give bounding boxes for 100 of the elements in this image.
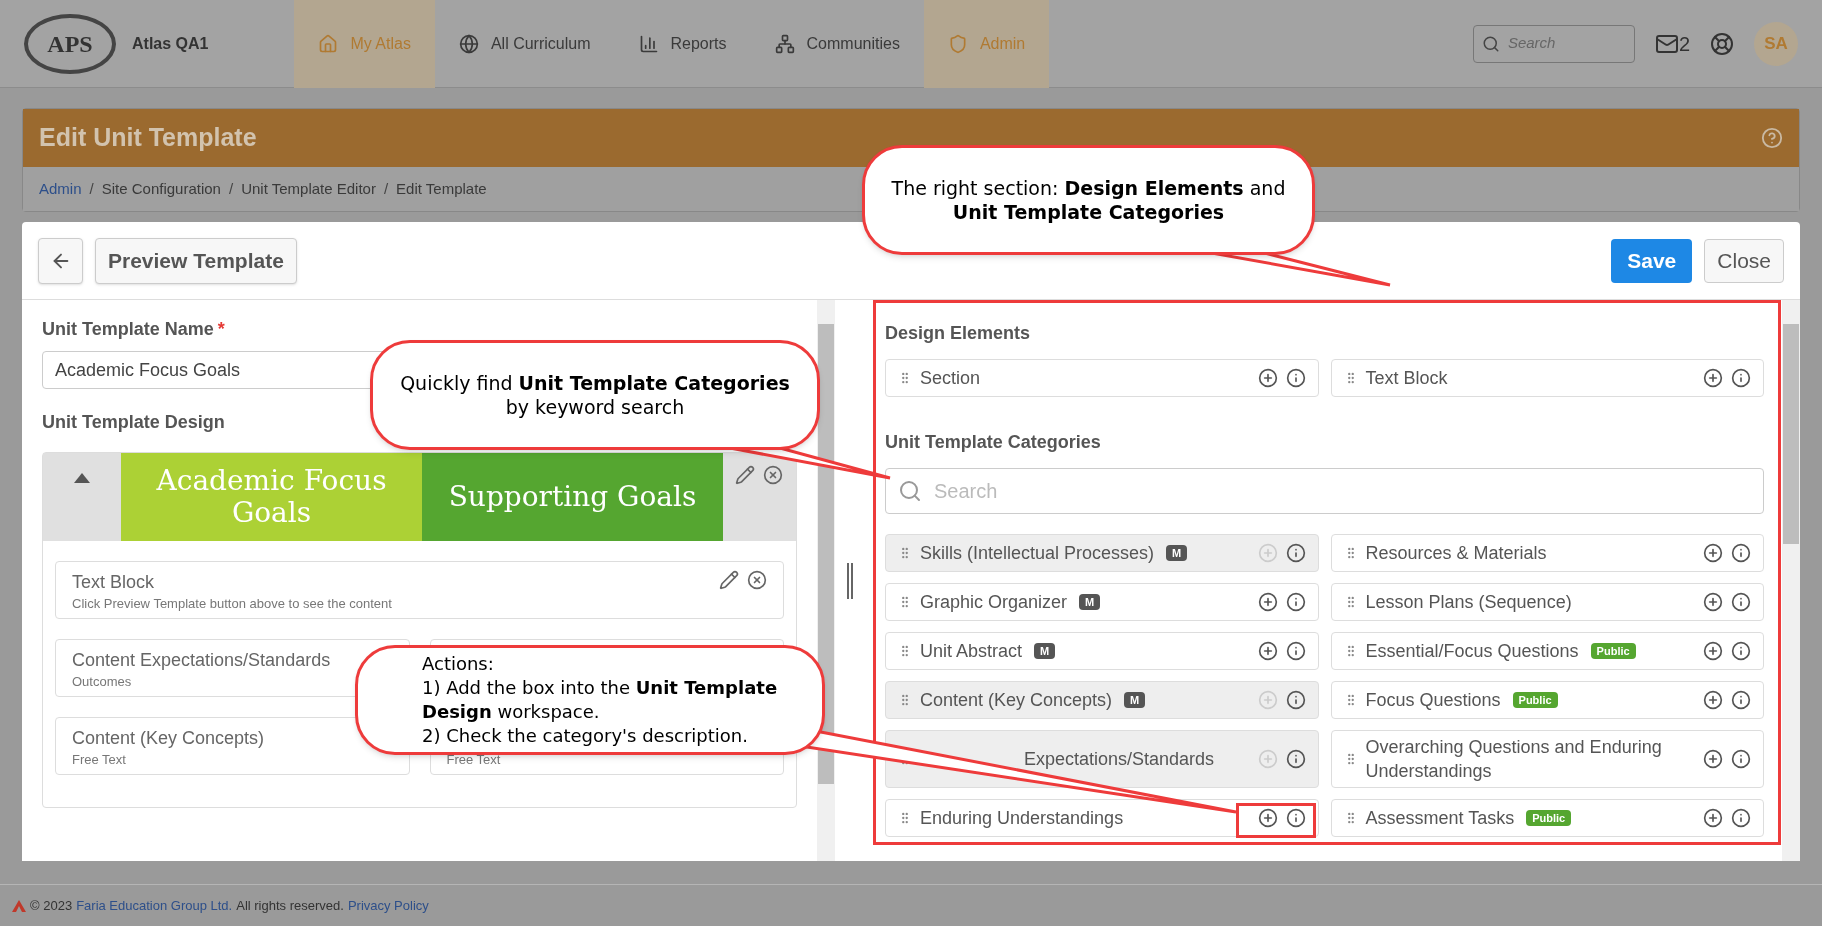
category-item[interactable]: Overarching Questions and Enduring Understandings: [1330, 730, 1764, 788]
breadcrumb-separator: /: [228, 178, 234, 199]
add-icon[interactable]: [1703, 368, 1723, 388]
item-label: Section: [920, 367, 981, 390]
help-icon[interactable]: [1710, 31, 1734, 56]
required-mark: *: [217, 318, 225, 341]
block-title: Text Block: [72, 571, 155, 594]
add-icon[interactable]: [1257, 641, 1278, 661]
info-icon[interactable]: [1731, 808, 1751, 828]
breadcrumb-link[interactable]: Admin: [39, 177, 82, 201]
item-tag: Public: [1526, 809, 1572, 827]
info-icon[interactable]: [1731, 543, 1751, 563]
item-tag: M: [1034, 642, 1056, 660]
search-icon: [1481, 34, 1500, 53]
category-item[interactable]: Essential/Focus Questions Public: [1330, 632, 1764, 670]
section-tab[interactable]: Supporting Goals: [422, 453, 723, 541]
category-item[interactable]: Enduring Understandings: [885, 799, 1319, 837]
block-subtitle: Free Text: [446, 751, 501, 769]
template-block[interactable]: Content (Key Concepts) Free Text: [55, 717, 410, 775]
callout-text: Actions:: [422, 652, 494, 676]
item-label: Unit Abstract: [920, 640, 1023, 663]
add-icon[interactable]: [1703, 543, 1723, 563]
info-icon[interactable]: [1731, 592, 1751, 612]
item-tag: M: [1166, 544, 1188, 562]
info-icon[interactable]: [1285, 808, 1306, 828]
item-label: Enduring Understandings: [920, 807, 1124, 830]
network-icon: [774, 33, 795, 54]
breadcrumb-separator: /: [89, 178, 94, 199]
item-label: Resources & Materials: [1365, 542, 1547, 565]
category-item[interactable]: Text Block: [1330, 359, 1764, 397]
callout-text: The right section: Design Elements and Unit Template Categories: [890, 176, 1287, 224]
block-title: Content Expectations/Standards: [72, 649, 331, 672]
info-icon[interactable]: [1285, 641, 1306, 661]
category-item[interactable]: Resources & Materials: [1330, 534, 1764, 572]
add-icon[interactable]: [1703, 749, 1723, 769]
breadcrumb-item: Edit Template: [396, 178, 487, 199]
item-label: Graphic Organizer: [920, 591, 1068, 614]
save-button[interactable]: Save: [1611, 238, 1693, 283]
collapse-icon[interactable]: [74, 473, 90, 483]
info-icon[interactable]: [1731, 641, 1751, 661]
item-label: Focus Questions: [1365, 689, 1501, 712]
category-item[interactable]: Lesson Plans (Sequence): [1330, 583, 1764, 621]
breadcrumb-separator: /: [383, 178, 389, 199]
info-icon[interactable]: [1731, 690, 1751, 710]
breadcrumb-item: Site Configuration: [101, 178, 221, 199]
info-icon[interactable]: [1285, 368, 1306, 388]
page-title: Edit Unit Template: [39, 122, 257, 154]
logo[interactable]: APS: [24, 13, 116, 74]
resize-handle[interactable]: [847, 562, 853, 599]
add-icon[interactable]: [1703, 690, 1723, 710]
template-block[interactable]: Text Block Click Preview Template button above to see the content: [55, 561, 784, 619]
preview-button[interactable]: Preview Template: [95, 237, 297, 284]
nav-item[interactable]: Communities: [750, 0, 924, 88]
edit-icon[interactable]: [719, 570, 739, 590]
add-icon[interactable]: [1703, 808, 1723, 828]
nav-item[interactable]: All Curriculum: [434, 0, 615, 88]
breadcrumb-item: Unit Template Editor: [241, 178, 376, 199]
add-icon[interactable]: [1257, 368, 1278, 388]
rights-text: All rights reserved.: [236, 896, 344, 915]
close-icon[interactable]: [763, 465, 783, 485]
add-icon[interactable]: [1703, 641, 1723, 661]
bar-chart-icon: [638, 33, 659, 54]
item-label: Assessment Tasks: [1365, 807, 1515, 830]
home-icon: [318, 33, 339, 54]
item-label: Text Block: [1365, 367, 1448, 390]
item-label: Essential/Focus Questions: [1365, 640, 1579, 663]
item-tag: Public: [1590, 642, 1636, 660]
callout-text: 2) Check the category's description.: [422, 724, 748, 748]
info-icon[interactable]: [1285, 592, 1306, 612]
edit-icon[interactable]: [735, 465, 755, 485]
block-subtitle: Free Text: [72, 751, 126, 769]
info-icon[interactable]: [1731, 368, 1751, 388]
category-item[interactable]: Graphic Organizer M: [885, 583, 1319, 621]
search-icon: [898, 479, 922, 503]
add-icon[interactable]: [1257, 808, 1278, 828]
section-heading: Unit Template Categories: [885, 431, 1102, 454]
site-name: Atlas QA1: [132, 33, 209, 54]
nav-item[interactable]: Reports: [614, 0, 751, 88]
close-button[interactable]: Close: [1704, 238, 1784, 283]
logo-icon: [12, 899, 26, 912]
item-label: Skills (Intellectual Processes): [920, 542, 1155, 565]
section-heading: Design Elements: [885, 322, 1032, 345]
item-label: Expectations/Standards: [1024, 748, 1215, 771]
category-item[interactable]: Assessment Tasks Public: [1330, 799, 1764, 837]
category-item[interactable]: Section: [885, 359, 1319, 397]
add-icon[interactable]: [1703, 592, 1723, 612]
info-icon[interactable]: [1731, 749, 1751, 769]
category-item[interactable]: Focus Questions Public: [1330, 681, 1764, 719]
item-label: Content (Key Concepts): [920, 689, 1113, 712]
field-label: Unit Template Name: [42, 318, 214, 341]
category-item[interactable]: Unit Abstract M: [885, 632, 1319, 670]
close-icon[interactable]: [747, 570, 767, 590]
add-icon[interactable]: [1257, 592, 1278, 612]
globe-icon: [458, 33, 479, 54]
item-tag: M: [1079, 593, 1101, 611]
item-tag: Public: [1512, 691, 1558, 709]
message-count: 2: [1678, 31, 1690, 57]
block-subtitle: Outcomes: [72, 673, 132, 691]
item-label: Lesson Plans (Sequence): [1365, 591, 1572, 614]
back-button[interactable]: [38, 237, 83, 284]
